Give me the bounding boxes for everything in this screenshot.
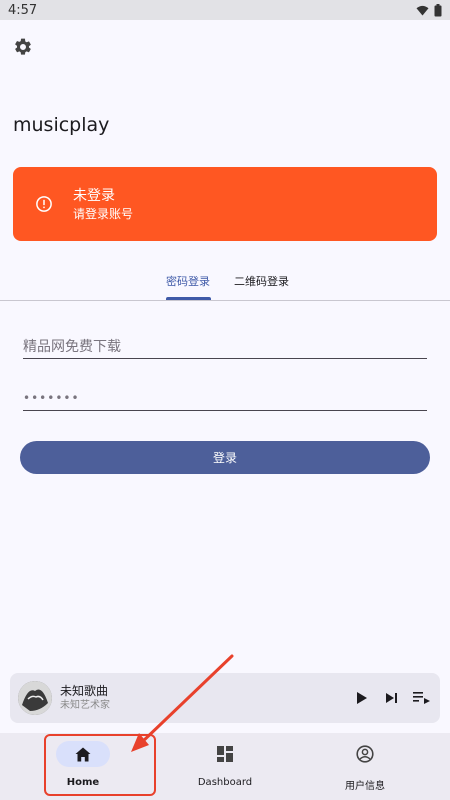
account-circle-icon <box>356 745 374 763</box>
password-field[interactable]: ••••••• <box>23 385 427 411</box>
status-bar: 4:57 <box>0 0 450 20</box>
battery-icon <box>434 3 442 16</box>
song-info: 未知歌曲 未知艺术家 <box>60 684 110 712</box>
play-button[interactable] <box>353 689 370 706</box>
username-placeholder: 精品网免费下载 <box>23 338 121 355</box>
tab-qr-login[interactable]: 二维码登录 <box>234 273 289 289</box>
error-icon <box>36 196 52 212</box>
annotation-highlight-box <box>44 734 156 796</box>
playlist-button[interactable] <box>413 689 430 706</box>
album-art-image <box>18 681 52 715</box>
next-button[interactable] <box>383 689 400 706</box>
nav-user-indicator <box>338 741 392 767</box>
gear-icon <box>15 38 31 55</box>
login-button[interactable]: 登录 <box>20 441 430 474</box>
nav-item-user-info[interactable]: 用户信息 <box>290 733 440 800</box>
queue-music-icon <box>413 692 430 704</box>
alert-title: 未登录 <box>73 187 115 204</box>
wifi-icon <box>416 5 429 15</box>
alert-subtitle: 请登录账号 <box>73 206 134 221</box>
settings-button[interactable] <box>12 36 34 58</box>
nav-label-dashboard: Dashboard <box>197 777 253 788</box>
album-art <box>18 681 52 715</box>
tab-password-login[interactable]: 密码登录 <box>166 273 210 289</box>
skip-next-icon <box>386 692 397 703</box>
username-field[interactable]: 精品网免费下载 <box>23 333 427 359</box>
alert-text: 未登录 请登录账号 <box>73 187 133 222</box>
dashboard-icon <box>217 746 233 762</box>
app-title: musicplay <box>13 114 110 136</box>
nav-dashboard-indicator <box>198 741 252 767</box>
mini-player[interactable]: 未知歌曲 未知艺术家 <box>10 673 440 723</box>
login-tabs: 密码登录 二维码登录 <box>0 262 450 301</box>
play-icon <box>356 691 367 704</box>
status-time: 4:57 <box>8 2 38 18</box>
player-controls <box>353 689 430 706</box>
tab-indicator <box>166 297 211 300</box>
song-artist: 未知艺术家 <box>60 700 110 711</box>
nav-item-dashboard[interactable]: Dashboard <box>150 733 300 800</box>
nav-label-user-info: 用户信息 <box>345 781 385 792</box>
song-title: 未知歌曲 <box>60 684 109 698</box>
status-icons <box>416 3 442 17</box>
password-value: ••••••• <box>23 390 80 405</box>
login-alert-card[interactable]: 未登录 请登录账号 <box>13 167 437 241</box>
